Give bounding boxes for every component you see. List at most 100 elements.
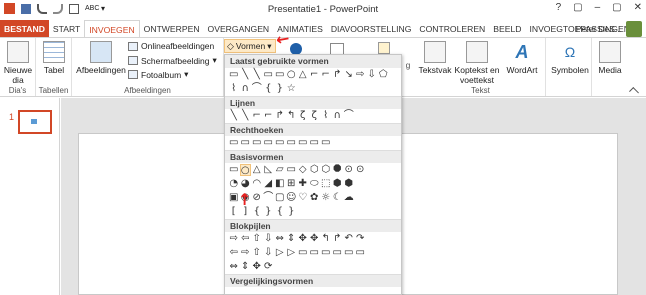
shape-item[interactable]: { bbox=[251, 206, 263, 218]
shape-item[interactable]: ⌐ bbox=[263, 110, 275, 122]
shape-item[interactable]: ☼ bbox=[320, 192, 332, 204]
header-footer-button[interactable]: Koptekst en voettekst bbox=[452, 41, 502, 85]
new-slide-button[interactable]: Nieuwe dia bbox=[2, 41, 34, 85]
shape-item[interactable]: ⌇ bbox=[228, 83, 240, 95]
shape-item[interactable]: ▭ bbox=[320, 247, 332, 259]
shape-item[interactable]: ▭ bbox=[263, 137, 275, 149]
shape-item[interactable]: ▷ bbox=[274, 247, 286, 259]
shape-item[interactable]: ╲ bbox=[240, 110, 252, 122]
shape-item[interactable]: ◠ bbox=[251, 178, 263, 190]
oval-shape-item[interactable]: ○ bbox=[239, 164, 251, 176]
shape-item[interactable]: ↱ bbox=[274, 110, 286, 122]
shape-item[interactable]: } bbox=[263, 206, 275, 218]
shapes-button[interactable]: ◇ Vormen ▾ bbox=[224, 39, 276, 53]
ribbon-display-icon[interactable]: ▢ bbox=[573, 2, 582, 13]
shape-item[interactable]: ▭ bbox=[263, 69, 275, 81]
shape-item[interactable]: ▭ bbox=[274, 137, 286, 149]
user-name[interactable]: Peter DeS... bbox=[576, 24, 622, 34]
shape-item[interactable]: ⇩ bbox=[263, 247, 275, 259]
shape-item[interactable]: ☆ bbox=[286, 83, 298, 95]
shape-item[interactable]: ✥ bbox=[251, 261, 263, 273]
shape-item[interactable]: ⇩ bbox=[366, 69, 378, 81]
shape-item[interactable]: ⇨ bbox=[355, 69, 367, 81]
wordart-button[interactable]: A WordArt bbox=[502, 41, 542, 75]
shape-item[interactable]: ▭ bbox=[228, 69, 240, 81]
shape-item[interactable]: ⇦ bbox=[240, 233, 252, 245]
shape-item[interactable]: ζ bbox=[297, 110, 309, 122]
shape-item[interactable]: ↘ bbox=[343, 69, 355, 81]
media-button[interactable]: Media bbox=[594, 41, 626, 75]
tab-start[interactable]: START bbox=[49, 20, 84, 38]
shape-item[interactable]: ▭ bbox=[228, 164, 240, 176]
help-icon[interactable]: ? bbox=[556, 2, 562, 13]
shape-item[interactable]: ▭ bbox=[286, 137, 298, 149]
shape-item[interactable]: ⌐ bbox=[309, 69, 321, 81]
shape-item[interactable]: ⟳ bbox=[263, 261, 275, 273]
shape-item[interactable]: } bbox=[274, 83, 286, 95]
shape-item[interactable]: ▭ bbox=[309, 137, 321, 149]
shape-item[interactable]: ∩ bbox=[332, 110, 344, 122]
shape-item[interactable]: ↱ bbox=[332, 69, 344, 81]
shape-item[interactable]: ╲ bbox=[228, 110, 240, 122]
shape-item[interactable]: ◔ bbox=[228, 178, 240, 190]
shape-item[interactable]: ☾ bbox=[332, 192, 344, 204]
shape-item[interactable]: ▭ bbox=[228, 137, 240, 149]
avatar[interactable] bbox=[626, 21, 642, 37]
close-icon[interactable]: ✕ bbox=[634, 2, 642, 13]
shape-item[interactable]: ✥ bbox=[309, 233, 321, 245]
shape-item[interactable]: ⌐ bbox=[251, 110, 263, 122]
shape-item[interactable]: ▭ bbox=[332, 247, 344, 259]
shape-item[interactable]: ✥ bbox=[297, 233, 309, 245]
shape-item[interactable]: ◇ bbox=[297, 164, 309, 176]
shape-item[interactable]: ↰ bbox=[320, 233, 332, 245]
shape-item[interactable]: ↰ bbox=[286, 110, 298, 122]
pictures-button[interactable]: Afbeeldingen bbox=[76, 41, 126, 75]
shape-item[interactable]: ▭ bbox=[240, 137, 252, 149]
shape-item[interactable]: ╲ bbox=[251, 69, 263, 81]
shape-item[interactable]: ⬠ bbox=[378, 69, 390, 81]
shape-item[interactable]: ▭ bbox=[286, 164, 298, 176]
shape-item[interactable]: ▭ bbox=[274, 69, 286, 81]
shape-item[interactable]: ◺ bbox=[263, 164, 275, 176]
shape-item[interactable]: ⌒ bbox=[263, 192, 275, 204]
shape-item[interactable]: ⊘ bbox=[251, 192, 263, 204]
shape-item[interactable]: ⌒ bbox=[251, 83, 263, 95]
shape-item[interactable]: ✿ bbox=[309, 192, 321, 204]
shape-item[interactable]: ⊞ bbox=[286, 178, 298, 190]
tab-controleren[interactable]: CONTROLEREN bbox=[415, 20, 489, 38]
shape-item[interactable]: ◧ bbox=[274, 178, 286, 190]
shape-item[interactable]: △ bbox=[251, 164, 263, 176]
shape-item[interactable]: ▭ bbox=[343, 247, 355, 259]
symbols-button[interactable]: Ω Symbolen bbox=[550, 41, 590, 75]
shape-item[interactable]: ▭ bbox=[355, 247, 367, 259]
shape-item[interactable]: ↱ bbox=[332, 233, 344, 245]
shape-item[interactable]: ⬡ bbox=[320, 164, 332, 176]
screenshot-button[interactable]: Schermafbeelding ▾ bbox=[128, 55, 217, 66]
shape-item[interactable]: ∩ bbox=[240, 83, 252, 95]
shape-item[interactable]: ⌒ bbox=[343, 110, 355, 122]
online-pictures-button[interactable]: Onlineafbeeldingen bbox=[128, 41, 214, 51]
action-icon[interactable] bbox=[378, 42, 390, 54]
shape-item[interactable]: ⇧ bbox=[251, 247, 263, 259]
tab-overgangen[interactable]: OVERGANGEN bbox=[204, 20, 274, 38]
shape-item[interactable]: ⇧ bbox=[251, 233, 263, 245]
shape-item[interactable]: ♡ bbox=[297, 192, 309, 204]
shape-item[interactable]: } bbox=[286, 206, 298, 218]
shape-item[interactable]: ↶ bbox=[343, 233, 355, 245]
shape-item[interactable]: ζ bbox=[309, 110, 321, 122]
shape-item[interactable]: ⇦ bbox=[228, 247, 240, 259]
shape-item[interactable]: ▭ bbox=[297, 137, 309, 149]
minimize-icon[interactable]: – bbox=[595, 2, 601, 13]
tab-beeld[interactable]: BEELD bbox=[489, 20, 525, 38]
table-button[interactable]: Tabel bbox=[39, 41, 69, 75]
shape-item[interactable]: ⇨ bbox=[240, 247, 252, 259]
shape-item[interactable]: { bbox=[274, 206, 286, 218]
shape-item[interactable]: ⬭ bbox=[309, 178, 321, 190]
shape-item[interactable]: ▭ bbox=[297, 247, 309, 259]
shape-item[interactable]: ○ bbox=[286, 69, 298, 81]
shape-item[interactable]: ⌇ bbox=[320, 110, 332, 122]
shape-item[interactable]: ╲ bbox=[240, 69, 252, 81]
shape-item[interactable]: ⇩ bbox=[263, 233, 275, 245]
shape-item[interactable]: ↷ bbox=[355, 233, 367, 245]
slide-thumbnail[interactable] bbox=[18, 110, 52, 134]
